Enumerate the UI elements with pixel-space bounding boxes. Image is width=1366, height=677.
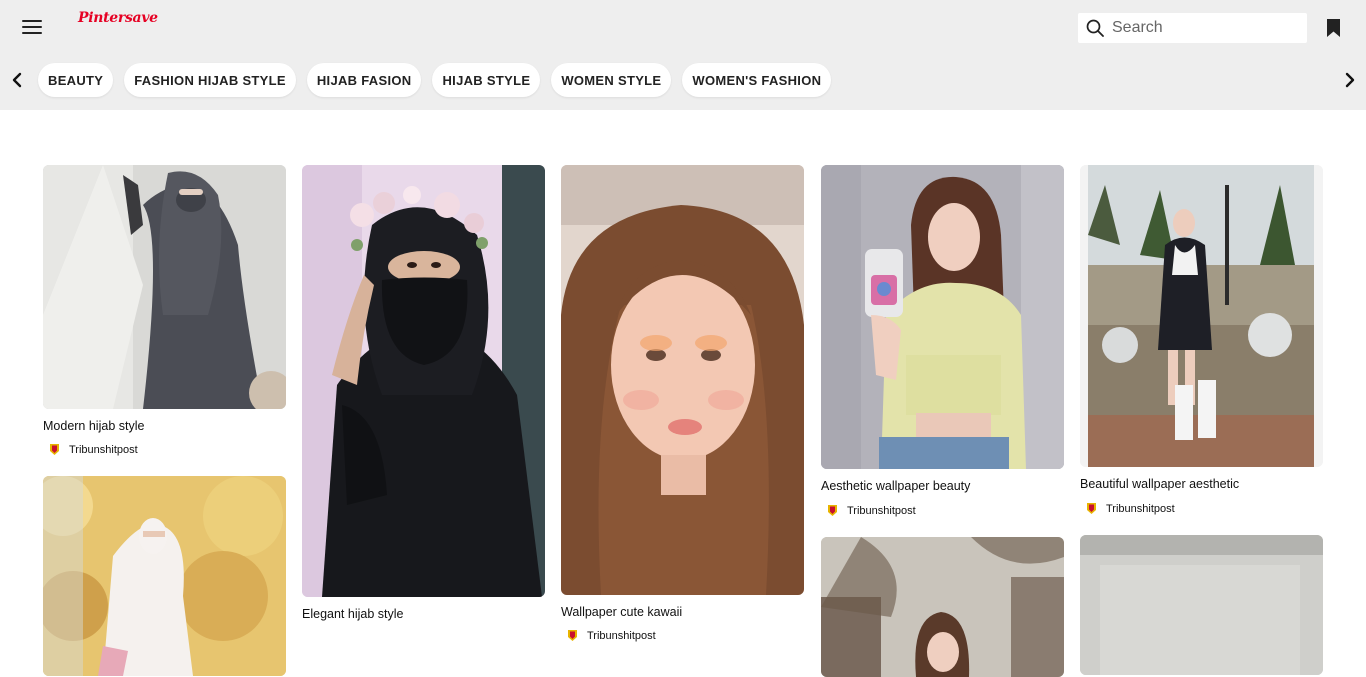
pin-image[interactable]: [821, 165, 1064, 469]
tag-chip-hijab-fasion[interactable]: HIJAB FASION: [306, 63, 422, 97]
pin-image[interactable]: [43, 476, 286, 676]
tag-chip-womens-fashion[interactable]: WOMEN'S FASHION: [682, 63, 832, 97]
search-input[interactable]: [1112, 18, 1297, 38]
pin-title[interactable]: Beautiful wallpaper aesthetic: [1080, 477, 1239, 491]
chevron-right-icon[interactable]: [1340, 71, 1358, 89]
pin-author-name: Tribunshitpost: [1106, 502, 1175, 515]
tag-chip-beauty[interactable]: BEAUTY: [38, 63, 114, 97]
tribunshitpost-avatar-icon: [50, 444, 59, 455]
pin-author[interactable]: Tribunshitpost: [567, 629, 656, 642]
pin-author[interactable]: Tribunshitpost: [827, 504, 916, 517]
logo[interactable]: Pintersave: [78, 10, 158, 26]
pin-image[interactable]: [821, 537, 1064, 677]
pin-image[interactable]: [1080, 165, 1323, 467]
pin-title[interactable]: Wallpaper cute kawaii: [561, 605, 682, 619]
pin-image[interactable]: [302, 165, 545, 597]
hamburger-menu-icon[interactable]: [22, 19, 42, 35]
tag-chip-women-style[interactable]: WOMEN STYLE: [551, 63, 672, 97]
chevron-left-icon[interactable]: [9, 71, 27, 89]
pin-author-name: Tribunshitpost: [587, 629, 656, 642]
top-bar: Pintersave BEAUTY FASHION HIJAB STYLE HI…: [0, 0, 1366, 110]
pin-image[interactable]: [1080, 535, 1323, 675]
pin-author[interactable]: Tribunshitpost: [1086, 502, 1175, 515]
search-icon: [1086, 19, 1104, 37]
pin-image[interactable]: [43, 165, 286, 409]
pin-author-name: Tribunshitpost: [69, 443, 138, 456]
tribunshitpost-avatar-icon: [828, 505, 837, 516]
tribunshitpost-avatar-icon: [568, 630, 577, 641]
search-box[interactable]: [1078, 13, 1307, 43]
pin-author-name: Tribunshitpost: [847, 504, 916, 517]
pin-title[interactable]: Aesthetic wallpaper beauty: [821, 479, 970, 493]
tag-chip-fashion-hijab-style[interactable]: FASHION HIJAB STYLE: [124, 63, 296, 97]
pin-title[interactable]: Elegant hijab style: [302, 607, 403, 621]
pin-title[interactable]: Modern hijab style: [43, 419, 144, 433]
tag-chips: BEAUTY FASHION HIJAB STYLE HIJAB FASION …: [38, 63, 832, 97]
tribunshitpost-avatar-icon: [1087, 503, 1096, 514]
tag-chip-hijab-style[interactable]: HIJAB STYLE: [432, 63, 541, 97]
pin-author[interactable]: Tribunshitpost: [49, 443, 138, 456]
bookmark-icon[interactable]: [1326, 18, 1341, 38]
pin-image[interactable]: [561, 165, 804, 595]
